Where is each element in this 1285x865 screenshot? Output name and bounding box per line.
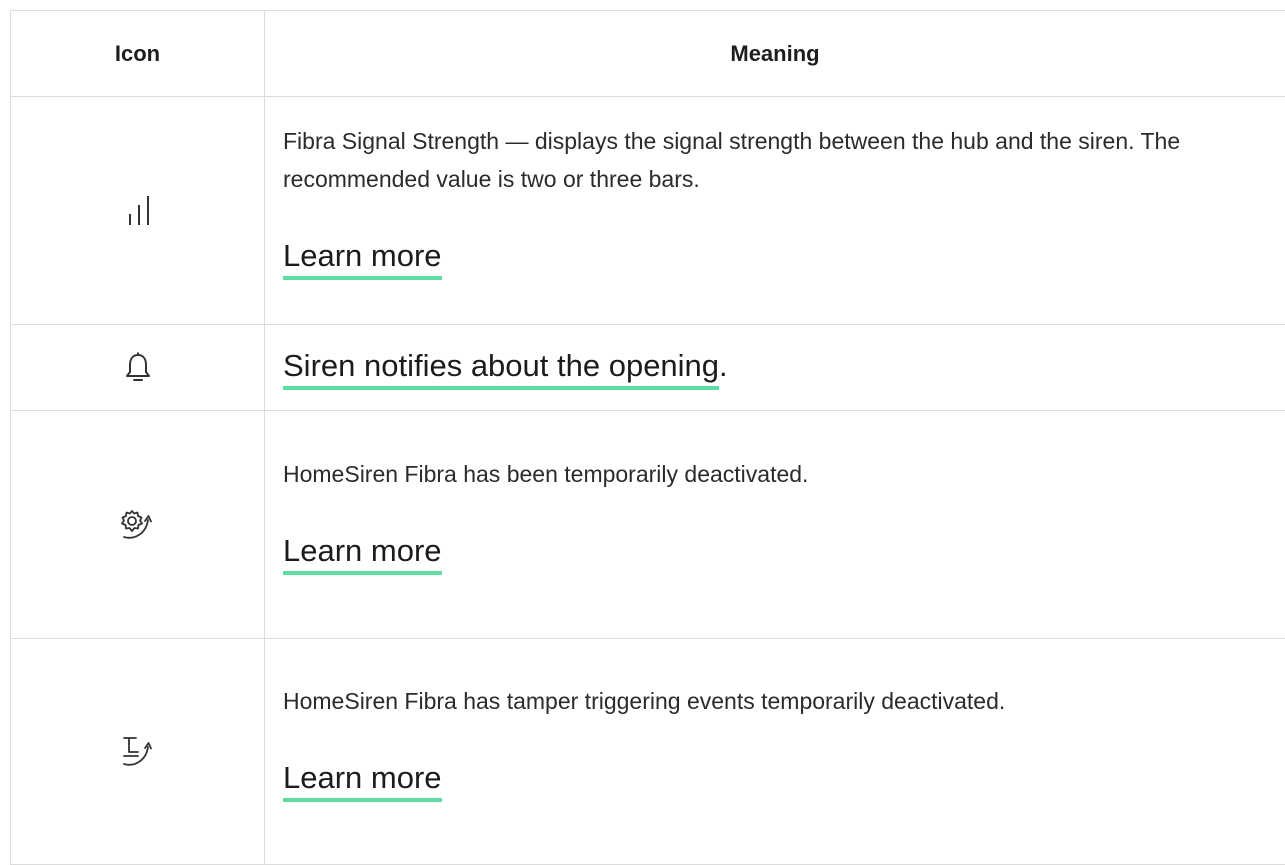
bell-icon <box>123 352 153 384</box>
icon-cell <box>10 638 265 865</box>
row-description: HomeSiren Fibra has been temporarily dea… <box>283 460 809 487</box>
row-description: HomeSiren Fibra has tamper triggering ev… <box>283 687 1006 714</box>
icon-cell <box>10 96 265 325</box>
period-text: . <box>719 347 728 383</box>
icon-cell <box>10 324 265 411</box>
signal-strength-icon <box>121 195 155 227</box>
icon-cell <box>10 410 265 639</box>
table-header-row: Icon Meaning <box>10 10 1285 97</box>
row-description: Fibra Signal Strength — displays the sig… <box>283 127 1181 192</box>
meaning-cell: HomeSiren Fibra has been temporarily dea… <box>264 410 1285 639</box>
icons-table-container: Icon Meaning Fibra Signal Strength — dis… <box>10 10 1285 865</box>
header-icon: Icon <box>10 10 265 97</box>
header-meaning: Meaning <box>264 10 1285 97</box>
table-row: Siren notifies about the opening. <box>10 324 1285 411</box>
table-row: Fibra Signal Strength — displays the sig… <box>10 96 1285 325</box>
meaning-cell: Fibra Signal Strength — displays the sig… <box>264 96 1285 325</box>
gear-arrow-icon <box>118 508 158 542</box>
meaning-cell: HomeSiren Fibra has tamper triggering ev… <box>264 638 1285 865</box>
icons-table: Icon Meaning Fibra Signal Strength — dis… <box>10 10 1285 865</box>
learn-more-link[interactable]: Learn more <box>283 236 442 280</box>
learn-more-link[interactable]: Learn more <box>283 531 442 575</box>
meaning-cell: Siren notifies about the opening. <box>264 324 1285 411</box>
siren-notifies-link[interactable]: Siren notifies about the opening <box>283 346 720 390</box>
tamper-arrow-icon <box>118 735 158 769</box>
learn-more-link[interactable]: Learn more <box>283 758 442 802</box>
table-row: HomeSiren Fibra has tamper triggering ev… <box>10 638 1285 865</box>
table-row: HomeSiren Fibra has been temporarily dea… <box>10 410 1285 639</box>
